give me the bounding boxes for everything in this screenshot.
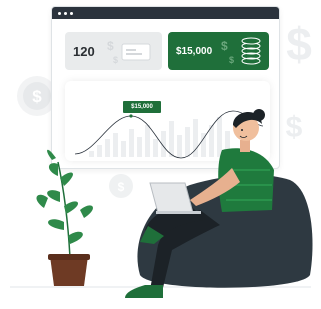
person-illustration	[36, 109, 313, 298]
hair-bun	[253, 109, 265, 121]
illustration: $ $ $ $ 120 $ $ $15,000 $ $ $15,000	[0, 0, 321, 309]
potted-plant	[36, 149, 93, 286]
shoe	[125, 285, 163, 298]
